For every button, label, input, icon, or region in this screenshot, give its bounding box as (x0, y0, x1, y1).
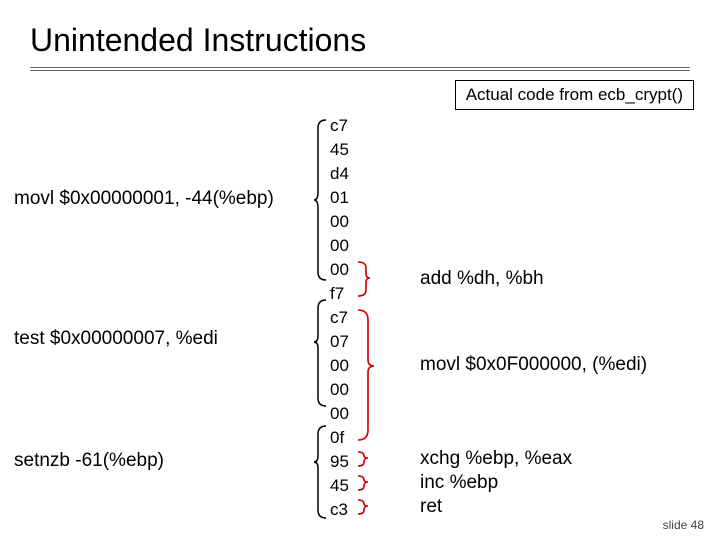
byte: 00 (330, 210, 349, 234)
byte: c7 (330, 114, 349, 138)
intended-instr-1: movl $0x00000001, -44(%ebp) (14, 188, 274, 210)
unintended-instr-1: add %dh, %bh (420, 268, 544, 290)
unintended-instr-4: inc %ebp (420, 472, 498, 494)
source-label: Actual code from ecb_crypt() (455, 80, 694, 110)
unintended-instr-3: xchg %ebp, %eax (420, 448, 572, 470)
byte: 95 (330, 450, 349, 474)
byte: d4 (330, 162, 349, 186)
byte: c7 (330, 306, 349, 330)
unintended-instr-2: movl $0x0F000000, (%edi) (420, 354, 647, 376)
byte: 00 (330, 354, 349, 378)
byte: 45 (330, 138, 349, 162)
title-rule (30, 67, 690, 71)
byte: f7 (330, 282, 349, 306)
byte: 00 (330, 234, 349, 258)
byte: 00 (330, 378, 349, 402)
unintended-instr-5: ret (420, 496, 442, 518)
intended-instr-2: test $0x00000007, %edi (14, 328, 218, 350)
slide-number: slide 48 (663, 518, 704, 532)
byte: 45 (330, 474, 349, 498)
byte: 0f (330, 426, 349, 450)
byte: 01 (330, 186, 349, 210)
intended-instr-3: setnzb -61(%ebp) (14, 450, 164, 472)
byte: c3 (330, 498, 349, 522)
byte-column: c7 45 d4 01 00 00 00 f7 c7 07 00 00 00 0… (330, 114, 349, 522)
byte: 00 (330, 402, 349, 426)
byte: 00 (330, 258, 349, 282)
byte: 07 (330, 330, 349, 354)
page-title: Unintended Instructions (0, 0, 720, 61)
slide: Unintended Instructions Actual code from… (0, 0, 720, 540)
